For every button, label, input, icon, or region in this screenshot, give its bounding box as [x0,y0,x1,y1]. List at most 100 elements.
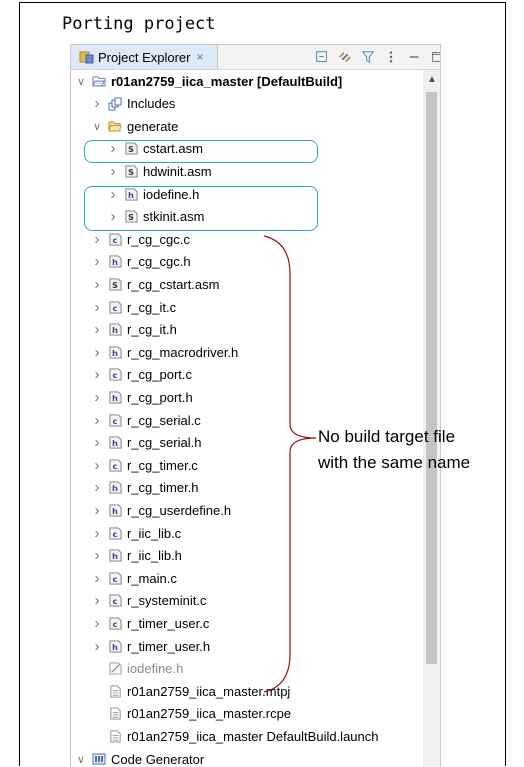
tree-item[interactable]: ∨ Code Generator [75,748,204,767]
c-source-file-icon: c [108,413,122,427]
header-file-icon: h [108,503,122,517]
tree-item-label: r_cg_cstart.asm [127,276,220,292]
tree-item[interactable]: › c r_cg_serial.c [91,409,201,431]
close-tab-icon[interactable]: × [196,50,203,64]
chevron-right-icon[interactable]: › [91,366,103,383]
file-icon [108,707,122,721]
chevron-down-icon[interactable]: ∨ [91,120,103,133]
chevron-right-icon[interactable]: › [91,299,103,316]
tree-item-label: r_iic_lib.h [127,548,182,564]
chevron-right-icon[interactable]: › [91,638,103,655]
svg-text:c: c [112,597,117,607]
svg-text:c: c [112,235,117,245]
header-file-icon: h [108,255,122,269]
tree-item-label: r_cg_timer.h [127,480,199,496]
tree-item[interactable]: › h r_timer_user.h [91,635,211,657]
chevron-right-icon[interactable]: › [91,344,103,361]
tree-item[interactable]: › h r_cg_port.h [91,386,193,408]
chevron-right-icon[interactable]: › [91,412,103,429]
highlight-iodefine-stkinit [84,186,318,231]
view-menu-icon[interactable] [383,49,399,65]
project-icon [92,74,106,88]
tree-item[interactable]: ∨ generate [91,115,178,137]
tree-item[interactable]: › h r_cg_cgc.h [91,251,191,273]
tree-item[interactable]: › h r_cg_it.h [91,319,177,341]
tree-item[interactable]: › c r_cg_timer.c [91,454,198,476]
chevron-right-icon[interactable]: › [91,276,103,293]
tree-item[interactable]: › c r_main.c [91,567,177,589]
chevron-right-icon[interactable]: › [91,434,103,451]
svg-text:c: c [112,574,117,584]
chevron-down-icon[interactable]: ∨ [75,75,87,88]
tree-item-label: r_cg_it.h [127,322,177,338]
tree-item-label: r_cg_timer.c [127,457,198,473]
tree-item[interactable]: › Sr_cg_cstart.asm [91,273,220,295]
tree-item-label: r_cg_macrodriver.h [127,344,239,360]
tree-item[interactable]: › h r_cg_macrodriver.h [91,341,239,363]
header-file-icon: h [108,345,122,359]
tab-project-explorer[interactable]: Project Explorer × [71,45,218,69]
chevron-right-icon[interactable]: › [91,502,103,519]
tree-item[interactable]: › c r_cg_port.c [91,364,193,386]
tree-item[interactable]: › h r_cg_serial.h [91,432,202,454]
tree-item[interactable]: › c r_systeminit.c [91,590,207,612]
svg-text:h: h [112,484,118,494]
chevron-right-icon[interactable]: › [91,592,103,609]
scroll-thumb[interactable] [426,92,437,664]
chevron-right-icon[interactable]: › [91,479,103,496]
annotation-line-1: No build target file [318,427,456,446]
assembly-file-icon: S [108,277,122,291]
tree-item-label: r_cg_port.h [127,389,193,405]
chevron-right-icon[interactable]: › [91,457,103,474]
chevron-right-icon[interactable]: › [107,163,119,180]
svg-text:c: c [112,461,117,471]
chevron-right-icon[interactable]: › [91,570,103,587]
maximize-icon[interactable] [429,49,440,65]
chevron-right-icon[interactable]: › [91,525,103,542]
tree-item[interactable]: › Shdwinit.asm [107,160,212,182]
tree-item[interactable]: › h r_cg_timer.h [91,477,199,499]
chevron-right-icon[interactable]: › [91,615,103,632]
assembly-file-icon: S [124,164,138,178]
vertical-scrollbar[interactable]: ▲ [423,70,440,767]
view-tab-bar: Project Explorer × [71,45,440,70]
chevron-right-icon[interactable]: › [91,253,103,270]
tree-item[interactable]: › c r_cg_cgc.c [91,228,190,250]
tree-item[interactable]: › h r_cg_userdefine.h [91,499,232,521]
chevron-right-icon[interactable]: › [91,389,103,406]
svg-text:c: c [112,619,117,629]
tree-item[interactable]: r01an2759_iica_master DefaultBuild.launc… [91,725,379,747]
tree-item[interactable]: iodefine.h [91,658,183,680]
header-file-icon: h [108,436,122,450]
collapse-all-icon[interactable] [314,49,330,65]
tree-item[interactable]: › h r_iic_lib.h [91,545,182,567]
tree-item[interactable]: › c r_cg_it.c [91,296,177,318]
tree-item[interactable]: › c r_timer_user.c [91,612,210,634]
includes-icon [108,97,122,111]
svg-text:h: h [112,642,118,652]
minimize-icon[interactable] [406,49,422,65]
tree-item[interactable]: ∨ r01an2759_iica_master [DefaultBuild] [75,70,342,92]
scroll-up-icon[interactable]: ▲ [427,74,437,85]
svg-text:h: h [112,438,118,448]
tree-item-label: r_cg_cgc.c [127,231,190,247]
header-file-icon: h [108,323,122,337]
chevron-right-icon[interactable]: › [91,231,103,248]
chevron-right-icon[interactable]: › [91,321,103,338]
svg-text:c: c [112,416,117,426]
tree-item[interactable]: r01an2759_iica_master.rcpe [91,703,291,725]
chevron-down-icon[interactable]: ∨ [75,753,87,766]
tree-item[interactable]: › c r_iic_lib.c [91,522,182,544]
chevron-right-icon[interactable]: › [91,95,103,112]
filter-icon[interactable] [360,49,376,65]
link-with-editor-icon[interactable] [337,49,353,65]
c-source-file-icon: c [108,594,122,608]
c-source-file-icon: c [108,616,122,630]
tree-item-label: r_cg_userdefine.h [127,502,232,518]
tree-item[interactable]: › Includes [91,93,176,115]
svg-text:h: h [112,393,118,403]
chevron-right-icon[interactable]: › [91,547,103,564]
